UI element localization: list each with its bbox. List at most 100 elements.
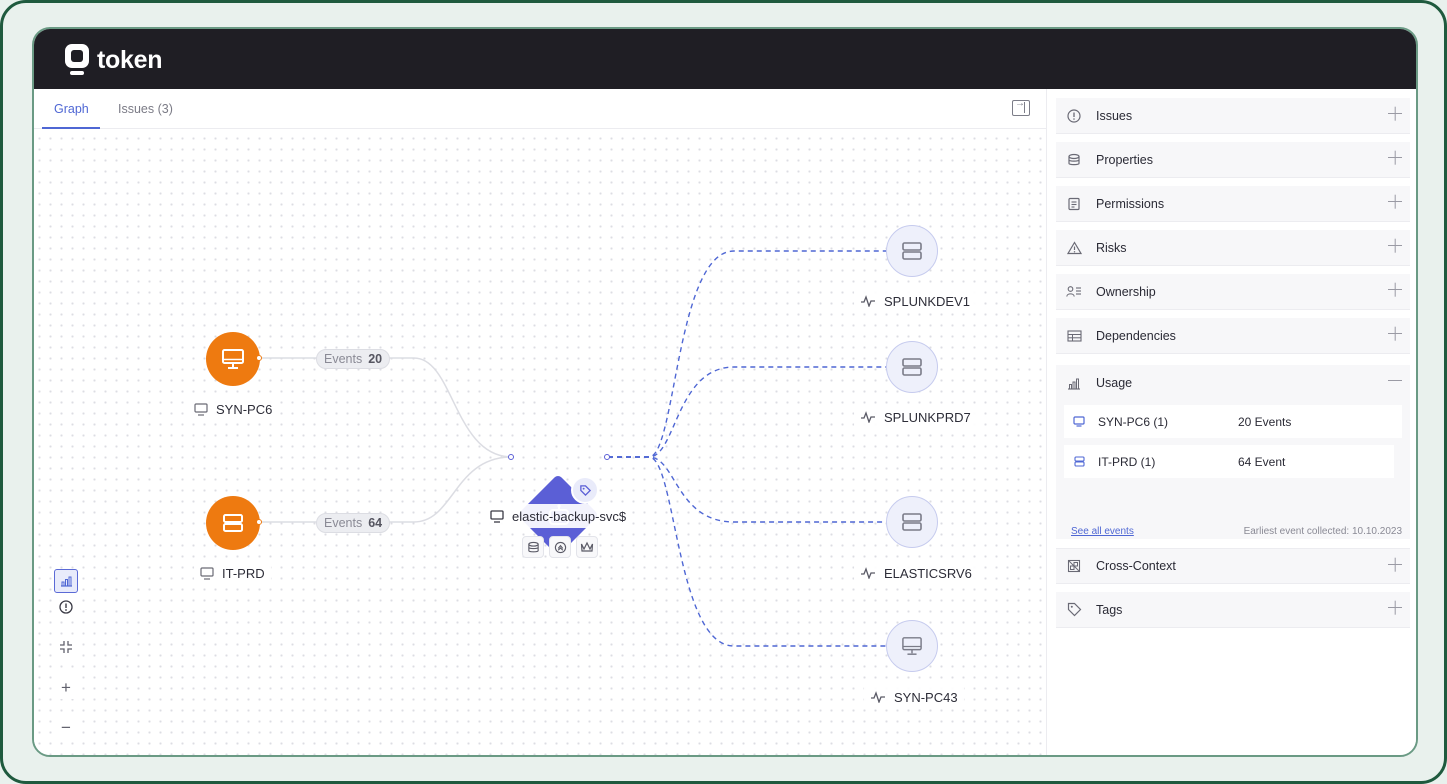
expand-icon[interactable] <box>1388 558 1402 572</box>
node-it-prd[interactable] <box>206 496 260 550</box>
edge-splunkdev1 <box>608 250 886 458</box>
edge-pill-it-prd[interactable]: Events 64 <box>316 513 391 533</box>
expand-icon[interactable] <box>1388 151 1402 165</box>
plus-icon: + <box>61 677 71 697</box>
center-name: elastic-backup-svc$ <box>512 508 627 524</box>
expand-icon[interactable] <box>1388 601 1402 615</box>
section-permissions[interactable]: Permissions <box>1056 186 1410 222</box>
activity-icon <box>861 567 875 579</box>
section-title: Ownership <box>1096 284 1156 299</box>
expand-icon[interactable] <box>1388 283 1402 297</box>
node-elasticsrv6[interactable] <box>886 496 938 548</box>
section-risks[interactable]: Risks <box>1056 230 1410 266</box>
app-logo[interactable]: token <box>64 43 162 77</box>
source-name: IT-PRD <box>222 565 265 581</box>
bar-chart-icon <box>1066 375 1082 391</box>
edge-label: Events <box>324 516 363 530</box>
section-title: Issues <box>1096 108 1133 123</box>
expand-icon[interactable] <box>1388 327 1402 341</box>
edge-elasticsrv6 <box>608 456 886 523</box>
section-dependencies[interactable]: Dependencies <box>1056 318 1410 354</box>
zoom-out-button[interactable]: − <box>54 715 78 739</box>
zoom-in-button[interactable]: + <box>54 675 78 699</box>
section-title: Dependencies <box>1096 328 1176 343</box>
section-issues[interactable]: Issues <box>1056 98 1410 134</box>
port-syn-pc6 <box>256 355 262 361</box>
compress-icon <box>60 641 72 653</box>
bar-chart-icon <box>60 576 72 587</box>
see-all-events-link[interactable]: See all events <box>1071 526 1134 537</box>
privilege-icon[interactable] <box>549 536 571 558</box>
port-it-prd <box>256 519 262 525</box>
database-icon[interactable] <box>522 536 544 558</box>
token-logo-icon <box>65 44 89 75</box>
top-bar: token <box>34 29 1416 89</box>
tag-icon <box>579 484 591 496</box>
app-window: token Graph Issues (3) → SYN-PC6 Events … <box>32 27 1418 757</box>
label-center: elastic-backup-svc$ <box>484 504 633 528</box>
center-attribute-icons <box>522 536 598 558</box>
node-syn-pc43[interactable] <box>886 620 938 672</box>
label-syn-pc6: SYN-PC6 <box>188 397 279 421</box>
minus-icon: − <box>61 717 71 737</box>
activity-icon <box>861 411 875 423</box>
graph-pane: Graph Issues (3) → SYN-PC6 Events 20 IT-… <box>34 89 1046 755</box>
section-title: Properties <box>1096 152 1153 167</box>
document-icon <box>1066 196 1082 212</box>
tag-icon <box>1066 602 1082 618</box>
monitor-icon <box>902 637 922 655</box>
server-icon <box>902 358 922 376</box>
node-splunkdev1[interactable] <box>886 225 938 277</box>
edge-label: Events <box>324 352 363 366</box>
usage-source: IT-PRD (1) <box>1098 454 1156 469</box>
tag-badge[interactable] <box>571 476 599 504</box>
fit-view-button[interactable] <box>54 635 78 659</box>
section-title: Tags <box>1096 602 1123 617</box>
activity-icon <box>871 691 885 703</box>
warning-icon <box>1066 240 1082 256</box>
section-title: Cross-Context <box>1096 559 1176 573</box>
monitor-icon <box>200 566 214 580</box>
edge-count: 64 <box>368 516 383 530</box>
monitor-icon <box>1072 416 1086 427</box>
section-tags[interactable]: Tags <box>1056 592 1410 628</box>
edge-syn-pc43 <box>608 456 886 647</box>
label-splunkprd7: SPLUNKPRD7 <box>854 405 977 429</box>
node-splunkprd7[interactable] <box>886 341 938 393</box>
section-cross-context[interactable]: Cross-Context <box>1056 548 1410 584</box>
edge-count: 20 <box>368 352 383 366</box>
section-title: Permissions <box>1096 196 1165 211</box>
monitor-icon <box>194 402 208 416</box>
collapse-icon[interactable] <box>1388 374 1402 388</box>
app-name: token <box>97 45 163 74</box>
source-name: SYN-PC6 <box>216 401 273 417</box>
section-properties[interactable]: Properties <box>1056 142 1410 178</box>
section-ownership[interactable]: Ownership <box>1056 274 1410 310</box>
usage-count: 20 Events <box>1238 414 1292 429</box>
port-center-in <box>508 454 514 460</box>
label-splunkdev1: SPLUNKDEV1 <box>854 289 976 313</box>
alert-circle-icon <box>1066 108 1082 124</box>
edge-splunkprd7 <box>608 366 886 458</box>
usage-view-button[interactable] <box>54 569 78 593</box>
grid-icon <box>1066 328 1082 344</box>
label-it-prd: IT-PRD <box>194 561 271 585</box>
server-icon <box>902 242 922 260</box>
expand-icon[interactable] <box>1388 239 1402 253</box>
port-center-out <box>604 454 610 460</box>
expand-icon[interactable] <box>1388 195 1402 209</box>
database-icon <box>1066 152 1082 168</box>
target-name: SYN-PC43 <box>894 689 958 705</box>
edge-pill-syn-pc6[interactable]: Events 20 <box>316 349 391 369</box>
section-usage[interactable]: Usage <box>1056 365 1410 401</box>
usage-row[interactable]: IT-PRD (1) 64 Event <box>1064 445 1394 478</box>
monitor-icon <box>490 509 504 523</box>
server-icon <box>223 514 243 532</box>
issues-view-button[interactable] <box>54 595 78 619</box>
target-name: SPLUNKDEV1 <box>884 293 970 309</box>
expand-icon[interactable] <box>1388 107 1402 121</box>
node-syn-pc6[interactable] <box>206 332 260 386</box>
crown-icon[interactable] <box>576 536 598 558</box>
usage-row[interactable]: SYN-PC6 (1) 20 Events <box>1064 405 1402 438</box>
server-icon <box>902 513 922 531</box>
